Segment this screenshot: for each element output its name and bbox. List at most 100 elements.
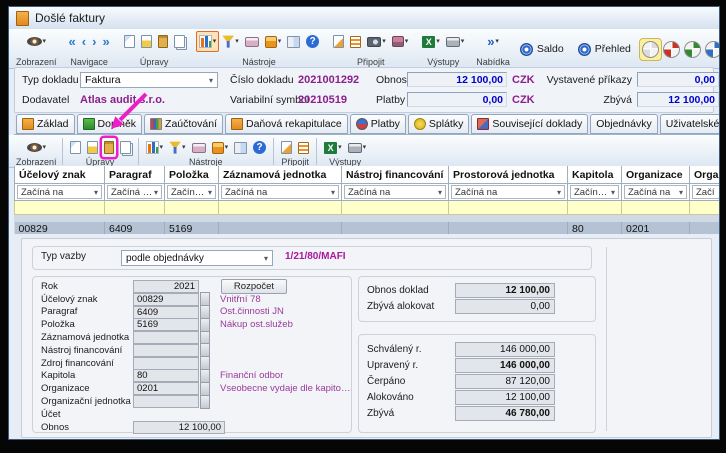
help-button[interactable]: ? xyxy=(304,32,321,51)
filter-combo-zaznamova-jednotka[interactable]: Začíná na▾ xyxy=(221,185,339,199)
filter-input-polozka[interactable] xyxy=(165,201,219,215)
quadrant-filter-blue-button[interactable] xyxy=(703,39,719,60)
column-header-nastroj-financovani[interactable]: Nástroj financování xyxy=(342,166,449,184)
scan-button[interactable]: ▾ xyxy=(365,32,388,51)
column-header-organizacni-jednotka[interactable]: Organizační jednotka xyxy=(690,166,720,184)
filter-combo-paragraf[interactable]: Začíná …▾ xyxy=(107,185,162,199)
zdroj-financovani-input[interactable] xyxy=(133,357,199,370)
filter-combo-organizacni-jednotka[interactable]: Začí▾ xyxy=(692,185,719,199)
help-button[interactable]: ? xyxy=(251,138,268,157)
tab-souvisejici-doklady[interactable]: Související doklady xyxy=(471,114,588,134)
stamp-button[interactable]: ▾ xyxy=(390,32,411,51)
actions-button[interactable]: ▾ xyxy=(263,32,284,51)
filter-input-zaznamova-jednotka[interactable] xyxy=(219,201,342,215)
last-record-button[interactable]: » xyxy=(100,32,111,51)
column-header-prostorova-jednotka[interactable]: Prostorová jednotka xyxy=(449,166,568,184)
filter-button[interactable]: ▾ xyxy=(167,138,188,157)
prehled-button[interactable]: Přehled xyxy=(573,39,636,59)
filter-combo-organizace[interactable]: Začíná na▾ xyxy=(624,185,687,199)
organizacni-jednotka-input[interactable] xyxy=(133,395,199,408)
tab-platby[interactable]: Platby xyxy=(350,114,406,134)
card-view-button[interactable] xyxy=(243,32,261,51)
nastroj-financovani-input[interactable] xyxy=(133,344,199,357)
card-view-button[interactable] xyxy=(190,138,208,157)
next-record-button[interactable]: › xyxy=(90,32,98,51)
column-header-zaznamova-jednotka[interactable]: Záznamová jednotka xyxy=(219,166,342,184)
filter-combo-kapitola[interactable]: Začín…▾ xyxy=(570,185,619,199)
quadrant-filter-green-button[interactable] xyxy=(682,39,703,60)
rok-input[interactable]: 2021 xyxy=(133,280,199,293)
filter-input-organizace[interactable] xyxy=(622,201,690,215)
filter-input-prostorova-jednotka[interactable] xyxy=(449,201,568,215)
filter-button[interactable]: ▾ xyxy=(220,32,241,51)
grid-view-button[interactable]: ▾ xyxy=(197,32,219,51)
copy-record-button[interactable] xyxy=(172,32,187,51)
delete-allocation-button[interactable] xyxy=(102,138,116,157)
column-header-kapitola[interactable]: Kapitola xyxy=(568,166,622,184)
view-mode-button[interactable]: ▾ xyxy=(25,32,49,51)
ucelovy-znak-input[interactable]: 00829 xyxy=(133,293,199,306)
tab-zauctovani[interactable]: Zaúčtování xyxy=(144,114,223,134)
column-header-organizace[interactable]: Organizace xyxy=(622,166,690,184)
organizacni-jednotka-spinner[interactable] xyxy=(200,395,210,409)
copy-allocation-button[interactable] xyxy=(118,138,133,157)
zaznamova-jednotka-input[interactable] xyxy=(133,331,199,344)
tab-uzivatelske-atributy[interactable]: Uživatelské atributy xyxy=(660,114,719,134)
menu-button[interactable]: »▾ xyxy=(485,32,501,51)
actions-button[interactable]: ▾ xyxy=(210,138,231,157)
grid-row-selected[interactable]: 0082964095169800201 xyxy=(15,222,720,234)
filter-input-organizacni-jednotka[interactable] xyxy=(690,201,720,215)
new-record-button[interactable] xyxy=(122,32,137,51)
export-excel-button[interactable]: X▾ xyxy=(322,138,344,157)
tab-danova-rekapitulace[interactable]: Daňová rekapitulace xyxy=(225,114,348,134)
calculator-button[interactable] xyxy=(285,32,302,51)
quadrant-filter-neutral-button[interactable] xyxy=(640,39,661,60)
attach-note-button[interactable] xyxy=(279,138,294,157)
column-header-polozka[interactable]: Položka xyxy=(165,166,219,184)
view-mode-button[interactable]: ▾ xyxy=(25,138,49,157)
filter-combo-ucelovy-znak[interactable]: Začíná na▾ xyxy=(17,185,102,199)
filter-input-kapitola[interactable] xyxy=(568,201,622,215)
filter-input-nastroj-financovani[interactable] xyxy=(342,201,449,215)
summary-row-schvaleny-r: Schválený r.146 000,00 xyxy=(359,341,595,357)
chevron-down-icon: ▾ xyxy=(264,254,268,263)
typ-dokladu-combo[interactable]: Faktura ▾ xyxy=(80,72,218,88)
obnos-input[interactable]: 12 100,00 xyxy=(133,421,225,434)
attachment-list-button[interactable] xyxy=(296,138,311,157)
filter-combo-prostorova-jednotka[interactable]: Začíná na▾ xyxy=(451,185,565,199)
column-header-paragraf[interactable]: Paragraf xyxy=(105,166,165,184)
filter-combo-nastroj-financovani[interactable]: Začíná na▾ xyxy=(344,185,446,199)
field-label-organizace: Organizace xyxy=(41,383,133,394)
quadrant-filter-red-button[interactable] xyxy=(661,39,682,60)
filter-combo-polozka[interactable]: Začín…▾ xyxy=(167,185,216,199)
edit-allocation-button[interactable] xyxy=(85,138,100,157)
typ-vazby-combo[interactable]: podle objednávky ▾ xyxy=(121,250,273,266)
tab-zaklad[interactable]: Základ xyxy=(16,114,75,134)
column-header-ucelovy-znak[interactable]: Účelový znak xyxy=(15,166,105,184)
delete-record-button[interactable] xyxy=(156,32,170,51)
tab-splatky[interactable]: Splátky xyxy=(408,114,469,134)
attachment-list-button[interactable] xyxy=(348,32,363,51)
tab-doplnek[interactable]: Doplněk xyxy=(77,114,143,134)
edit-record-button[interactable] xyxy=(139,32,154,51)
attach-note-button[interactable] xyxy=(331,32,346,51)
paragraf-input[interactable]: 6409 xyxy=(133,306,199,319)
filter-input-paragraf[interactable] xyxy=(105,201,165,215)
tab-objednavky[interactable]: Objednávky xyxy=(590,114,657,134)
toolbar-group-outputs: X▾ ▾ Výstupy xyxy=(417,30,469,68)
organizace-input[interactable]: 0201 xyxy=(133,382,199,395)
first-record-button[interactable]: « xyxy=(67,32,78,51)
rozpocet-button[interactable]: Rozpočet xyxy=(221,279,287,294)
previous-record-button[interactable]: ‹ xyxy=(80,32,88,51)
saldo-button[interactable]: Saldo xyxy=(515,39,569,59)
filter-input-ucelovy-znak[interactable] xyxy=(15,201,105,215)
calculator-button[interactable] xyxy=(232,138,249,157)
grid-view-button[interactable]: ▾ xyxy=(144,138,166,157)
polozka-input[interactable]: 5169 xyxy=(133,318,199,331)
kapitola-input[interactable]: 80 xyxy=(133,369,199,382)
print-button[interactable]: ▾ xyxy=(346,138,369,157)
export-excel-button[interactable]: X▾ xyxy=(420,32,442,51)
print-button[interactable]: ▾ xyxy=(444,32,467,51)
new-allocation-button[interactable] xyxy=(68,138,83,157)
title-bar: Došlé faktury xyxy=(9,7,719,30)
